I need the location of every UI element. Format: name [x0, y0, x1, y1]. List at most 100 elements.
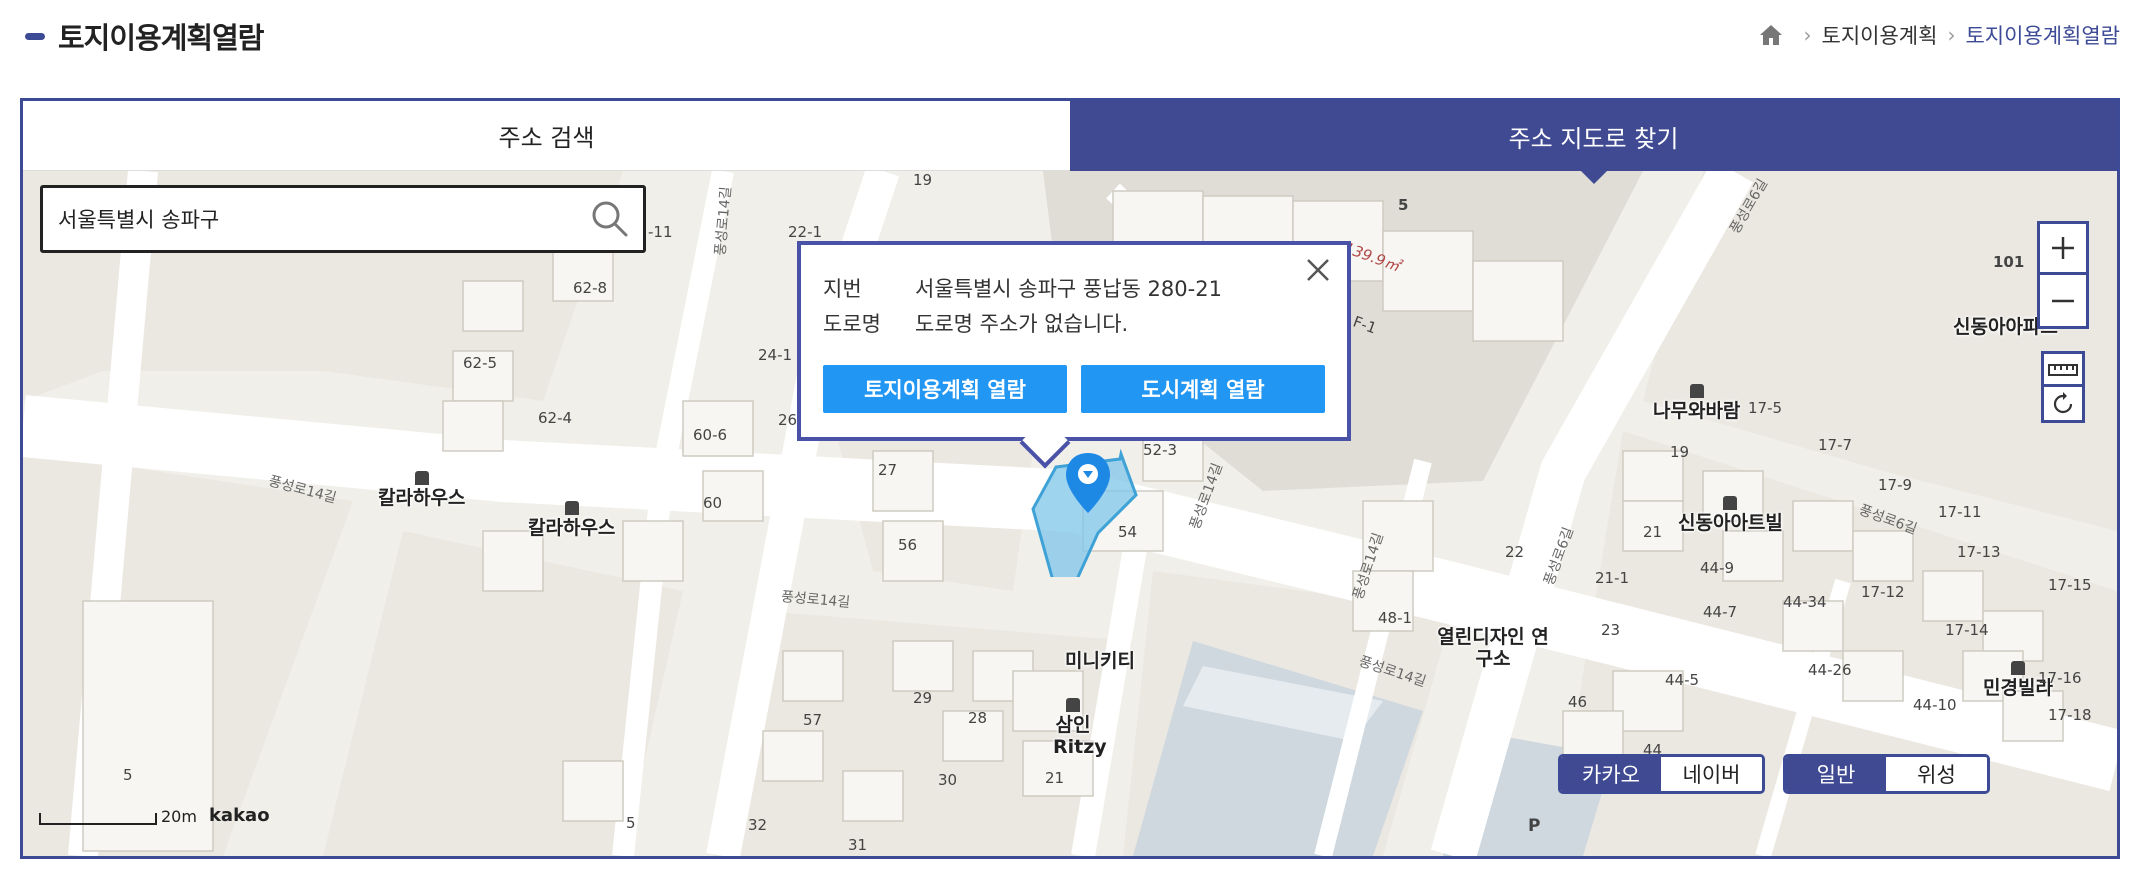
refresh-icon [2053, 391, 2073, 413]
lot-number: 17-9 [1878, 476, 1913, 494]
poi-label: 신동아아트빌 [1678, 496, 1783, 534]
scale-bar [39, 813, 157, 825]
lot-number: 62-5 [463, 354, 498, 372]
map-canvas[interactable]: 풍성로14길 풍성로14길 풍성로14길 풍성로14길 풍성로14길 풍성로14… [23, 171, 2117, 856]
breadcrumb-item-land-plan[interactable]: 토지이용계획 [1822, 20, 1938, 50]
breadcrumb-item-current[interactable]: 토지이용계획열람 [1965, 20, 2120, 50]
poi-label: 미니키티 [1065, 650, 1135, 672]
lot-number: 62-8 [573, 279, 608, 297]
close-icon[interactable] [1303, 255, 1333, 285]
lot-number: 44-10 [1913, 696, 1957, 714]
jibun-row: 지번 서울특별시 송파구 풍납동 280-21 [823, 273, 1222, 303]
poi-label: 삼인 Ritzy [1053, 698, 1107, 758]
lot-number: 46 [1568, 693, 1588, 711]
lot-number: 21 [1045, 769, 1065, 787]
lot-number: 44-34 [1783, 593, 1827, 611]
page-title-bar: 토지이용계획열람 [25, 14, 264, 58]
parking-icon: P [1528, 816, 1541, 836]
plus-icon [2052, 237, 2074, 259]
map-logo: kakao [208, 805, 270, 826]
lot-number: 17-12 [1861, 583, 1905, 601]
minus-icon [2052, 299, 2074, 302]
lot-number: 44-9 [1700, 559, 1735, 577]
scale-label: 20m [161, 807, 197, 826]
search-icon[interactable] [591, 200, 629, 238]
lot-number: -11 [648, 223, 673, 241]
lot-number: 60-6 [693, 426, 728, 444]
poi-label: 열린디자인 연구소 [1437, 626, 1549, 670]
chevron-right-icon: › [1947, 23, 1956, 47]
home-icon[interactable] [1758, 23, 1784, 47]
title-mark [25, 32, 45, 40]
lot-number: 29 [913, 689, 933, 707]
lot-number: 22-1 [788, 223, 823, 241]
lot-number: 62-4 [538, 409, 573, 427]
poi-label: 칼라하우스 [528, 501, 615, 539]
chevron-right-icon: › [1803, 23, 1812, 47]
map-view-normal[interactable]: 일반 [1786, 757, 1886, 791]
map-view-satellite[interactable]: 위성 [1886, 757, 1987, 791]
building-icon [2010, 661, 2025, 675]
page-title: 토지이용계획열람 [58, 21, 264, 55]
lot-number: 21 [1643, 523, 1663, 541]
map-panel: 주소 검색 주소 지도로 찾기 풍성로14길 풍성로14길 풍성로14길 풍성로… [20, 98, 2120, 859]
reset-map-button[interactable] [2041, 387, 2085, 423]
road-address-label: 도로명 [823, 312, 881, 336]
lot-number: 17-14 [1945, 621, 1989, 639]
jibun-value: 서울특별시 송파구 풍납동 280-21 [915, 277, 1222, 301]
zoom-out-button[interactable] [2037, 275, 2089, 329]
poi-label: 나무와바람 [1653, 384, 1740, 422]
building-icon [564, 501, 579, 515]
lot-number: 27 [878, 461, 898, 479]
lot-number: 30 [938, 771, 958, 789]
lot-number: 28 [968, 709, 988, 727]
map-provider-naver[interactable]: 네이버 [1661, 757, 1762, 791]
lot-number: 17-16 [2038, 669, 2082, 687]
map-view-switch: 일반 위성 [1783, 754, 1990, 794]
lot-number: 17-13 [1957, 543, 2001, 561]
map-scale: 20m kakao [39, 807, 270, 825]
road-address-value: 도로명 주소가 없습니다. [915, 312, 1129, 336]
land-use-plan-button[interactable]: 토지이용계획 열람 [823, 365, 1067, 413]
building-icon [1066, 698, 1080, 712]
distance-measure-button[interactable] [2041, 351, 2085, 387]
lot-number: 31 [848, 836, 868, 854]
map-provider-switch: 카카오 네이버 [1558, 754, 1765, 794]
building-icon [414, 471, 429, 485]
lot-number: 5 [1398, 196, 1409, 214]
lot-number: 44-5 [1665, 671, 1700, 689]
building-icon [1689, 384, 1704, 398]
city-plan-button[interactable]: 도시계획 열람 [1081, 365, 1325, 413]
lot-number: 56 [898, 536, 918, 554]
building-icon [1723, 496, 1738, 510]
tab-map-search[interactable]: 주소 지도로 찾기 [1070, 101, 2117, 184]
lot-number: 17-15 [2048, 576, 2092, 594]
lot-number: 26 [778, 411, 798, 429]
poi-label: 칼라하우스 [378, 471, 465, 509]
tab-address-search[interactable]: 주소 검색 [23, 101, 1070, 171]
road-address-row: 도로명 도로명 주소가 없습니다. [823, 308, 1128, 338]
lot-number: 21-1 [1595, 569, 1630, 587]
lot-number: 5 [626, 814, 636, 832]
jibun-label: 지번 [823, 277, 862, 301]
lot-number: 17-18 [2048, 706, 2092, 724]
selected-parcel[interactable] [1028, 449, 1168, 577]
lot-number: 17-5 [1748, 399, 1783, 417]
tab-bar: 주소 검색 주소 지도로 찾기 [23, 101, 2117, 184]
lot-number: 32 [748, 816, 768, 834]
lot-number: 17-11 [1938, 503, 1982, 521]
lot-number: 101 [1993, 253, 2025, 271]
lot-number: 44-7 [1703, 603, 1738, 621]
address-search-input[interactable] [43, 207, 563, 231]
lot-number: 23 [1601, 621, 1621, 639]
lot-number: 19 [1670, 443, 1690, 461]
map-provider-kakao[interactable]: 카카오 [1561, 757, 1661, 791]
lot-number: 17-7 [1818, 436, 1853, 454]
lot-number: 48-1 [1378, 609, 1413, 627]
breadcrumb: › 토지이용계획 › 토지이용계획열람 [1758, 18, 2120, 52]
zoom-in-button[interactable] [2037, 221, 2089, 275]
parcel-info-popup: 지번 서울특별시 송파구 풍납동 280-21 도로명 도로명 주소가 없습니다… [797, 241, 1351, 441]
lot-number: 57 [803, 711, 823, 729]
lot-number: 44-26 [1808, 661, 1852, 679]
address-search-box [40, 185, 646, 253]
